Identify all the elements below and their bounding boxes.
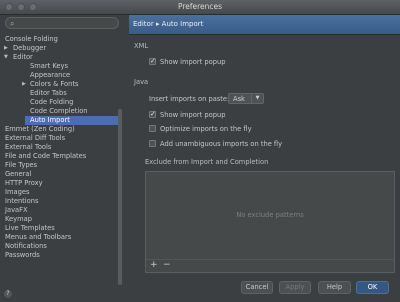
exclude-section-title: Exclude from Import and Completion	[145, 158, 269, 166]
sidebar-item-label: Notifications	[5, 242, 47, 250]
sidebar-item-code-folding[interactable]: Code Folding	[0, 98, 118, 107]
list-toolbar: + −	[146, 259, 394, 272]
sidebar-scrollbar[interactable]	[118, 109, 122, 285]
add-unambiguous-label[interactable]: Add unambiguous imports on the fly	[160, 140, 282, 148]
sidebar-item-debugger[interactable]: ▶ Debugger	[0, 44, 118, 53]
insert-imports-label: Insert imports on paste:	[149, 95, 230, 103]
settings-panel: Editor ▸ Auto Import XML ✓ Show import p…	[129, 15, 400, 302]
sidebar-item-label: External Tools	[5, 143, 52, 151]
sidebar-item-editor-tabs[interactable]: Editor Tabs	[0, 89, 118, 98]
sidebar-item-notifications[interactable]: Notifications	[0, 242, 118, 251]
optimize-imports-checkbox[interactable]	[149, 125, 156, 132]
sidebar-item-label: Editor Tabs	[30, 89, 67, 97]
sidebar-item-appearance[interactable]: Appearance	[0, 71, 118, 80]
sidebar-item-label: General	[5, 170, 32, 178]
java-show-import-popup-label[interactable]: Show import popup	[160, 111, 225, 119]
sidebar-item-external-diff-tools[interactable]: External Diff Tools	[0, 134, 118, 143]
sidebar-item-label: Auto Import	[30, 116, 70, 124]
sidebar-item-label: Console Folding	[5, 35, 58, 43]
xml-section-title: XML	[134, 42, 149, 50]
sidebar-item-editor[interactable]: ▼ Editor	[0, 53, 118, 62]
ok-button[interactable]: OK	[356, 281, 389, 294]
sidebar-item-label: Code Completion	[30, 107, 88, 115]
checkmark-icon: ✓	[150, 110, 156, 118]
sidebar-item-label: Smart Keys	[30, 62, 68, 70]
sidebar-item-images[interactable]: Images	[0, 188, 118, 197]
insert-imports-value: Ask	[233, 95, 245, 103]
sidebar-item-external-tools[interactable]: External Tools	[0, 143, 118, 152]
sidebar-item-passwords[interactable]: Passwords	[0, 251, 118, 260]
sidebar-item-label: Images	[5, 188, 30, 196]
sidebar-item-code-completion[interactable]: Code Completion	[0, 107, 118, 116]
sidebar-item-label: Appearance	[30, 71, 71, 79]
breadcrumb: Editor ▸ Auto Import	[129, 15, 400, 35]
sidebar-item-live-templates[interactable]: Live Templates	[0, 224, 118, 233]
sidebar-item-label: Intentions	[5, 197, 39, 205]
chevron-right-icon[interactable]: ▶	[4, 44, 8, 53]
search-input[interactable]: ⌕	[5, 17, 119, 29]
java-show-import-popup-checkbox[interactable]: ✓	[149, 110, 156, 118]
sidebar-item-label: Colors & Fonts	[30, 80, 79, 88]
search-icon: ⌕	[10, 19, 15, 28]
add-unambiguous-checkbox[interactable]	[149, 140, 156, 147]
sidebar-item-label: Debugger	[13, 44, 47, 52]
sidebar-item-emmet[interactable]: Emmet (Zen Coding)	[0, 125, 118, 134]
sidebar-item-label: External Diff Tools	[5, 134, 66, 142]
sidebar-item-console-folding[interactable]: Console Folding	[0, 35, 118, 44]
sidebar-item-menus-toolbars[interactable]: Menus and Toolbars	[0, 233, 118, 242]
help-icon[interactable]: ?	[4, 290, 12, 298]
insert-imports-select[interactable]: Ask ▼	[228, 93, 264, 104]
xml-show-import-popup-checkbox[interactable]: ✓	[149, 57, 156, 65]
sidebar-item-smart-keys[interactable]: Smart Keys	[0, 62, 118, 71]
optimize-imports-label[interactable]: Optimize imports on the fly	[160, 125, 252, 133]
chevron-down-icon[interactable]: ▼	[4, 53, 8, 62]
empty-list-text: No exclude patterns	[236, 211, 304, 219]
sidebar-item-colors-fonts[interactable]: ▶ Colors & Fonts	[0, 80, 118, 89]
chevron-down-icon: ▼	[251, 94, 263, 103]
settings-sidebar: ⌕ Console Folding ▶ Debugger ▼ Editor Sm…	[0, 15, 125, 302]
window-titlebar: Preferences	[0, 0, 400, 15]
sidebar-item-label: HTTP Proxy	[5, 179, 43, 187]
settings-tree: Console Folding ▶ Debugger ▼ Editor Smar…	[0, 35, 118, 289]
cancel-button[interactable]: Cancel	[241, 281, 273, 294]
sidebar-item-label: Code Folding	[30, 98, 74, 106]
exclude-patterns-list[interactable]: No exclude patterns + −	[145, 171, 395, 273]
xml-show-import-popup-label[interactable]: Show import popup	[160, 58, 225, 66]
sidebar-item-label: File Types	[5, 161, 38, 169]
sidebar-item-javafx[interactable]: JavaFX	[0, 206, 118, 215]
sidebar-item-label: Passwords	[5, 251, 40, 259]
help-button[interactable]: Help	[318, 281, 351, 294]
sidebar-item-label: Keymap	[5, 215, 32, 223]
page-title: Editor ▸ Auto Import	[133, 20, 204, 28]
remove-pattern-button[interactable]: −	[163, 260, 171, 271]
sidebar-item-file-types[interactable]: File Types	[0, 161, 118, 170]
sidebar-item-label: Menus and Toolbars	[5, 233, 72, 241]
sidebar-item-label: File and Code Templates	[5, 152, 87, 160]
sidebar-item-intentions[interactable]: Intentions	[0, 197, 118, 206]
sidebar-item-keymap[interactable]: Keymap	[0, 215, 118, 224]
sidebar-item-label: Emmet (Zen Coding)	[5, 125, 75, 133]
apply-button[interactable]: Apply	[279, 281, 311, 294]
sidebar-item-http-proxy[interactable]: HTTP Proxy	[0, 179, 118, 188]
checkmark-icon: ✓	[150, 57, 156, 65]
window-title: Preferences	[177, 2, 223, 11]
java-section-title: Java	[134, 78, 149, 86]
sidebar-item-general[interactable]: General	[0, 170, 118, 179]
sidebar-item-auto-import[interactable]: Auto Import	[0, 116, 118, 125]
sidebar-item-file-code-templates[interactable]: File and Code Templates	[0, 152, 118, 161]
sidebar-item-label: JavaFX	[5, 206, 28, 214]
sidebar-item-label: Live Templates	[5, 224, 55, 232]
add-pattern-button[interactable]: +	[150, 260, 158, 271]
chevron-right-icon[interactable]: ▶	[22, 80, 26, 89]
sidebar-item-label: Editor	[13, 53, 33, 61]
